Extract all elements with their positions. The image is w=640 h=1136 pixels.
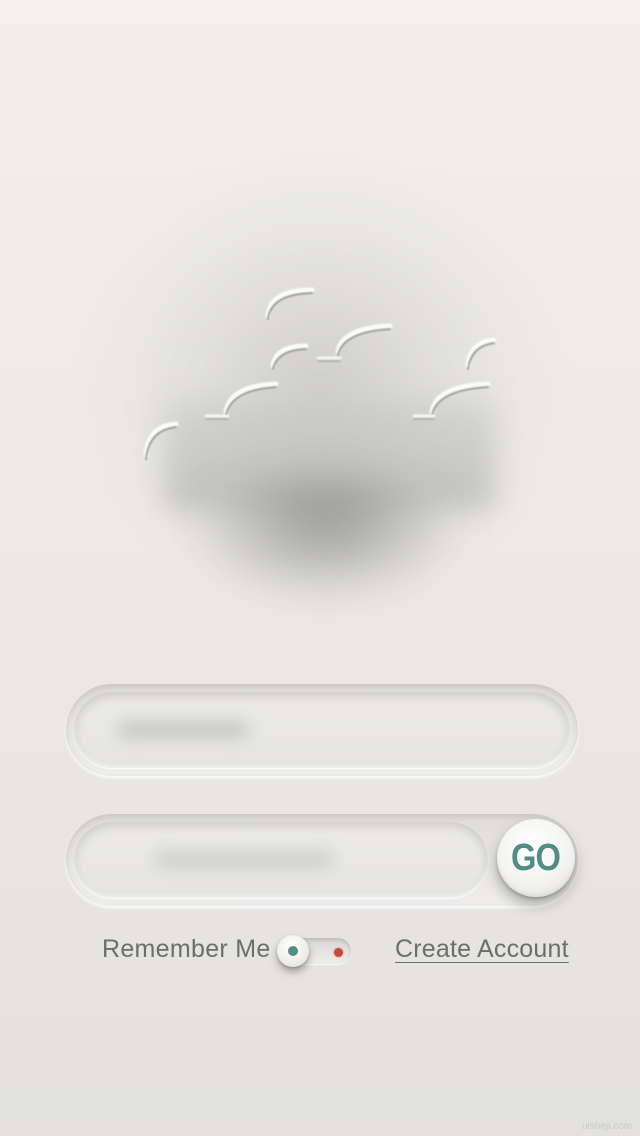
username-field-frame <box>66 684 578 776</box>
toggle-off-indicator <box>334 948 343 957</box>
emblem-arches <box>143 287 497 460</box>
watermark-text: uisheji.com <box>581 1121 632 1132</box>
blurred-logo-emblem <box>0 0 640 640</box>
create-account-link[interactable]: Create Account <box>395 935 569 964</box>
password-field[interactable] <box>74 822 488 900</box>
remember-me-toggle[interactable] <box>277 935 353 967</box>
remember-me-label: Remember Me <box>102 935 271 963</box>
username-field[interactable] <box>74 692 570 770</box>
toggle-knob[interactable] <box>277 935 309 967</box>
password-input[interactable] <box>110 822 456 900</box>
go-button[interactable]: GO <box>497 819 575 897</box>
username-input[interactable] <box>110 692 538 770</box>
go-button-label: GO <box>511 836 561 879</box>
toggle-knob-indicator <box>288 946 298 956</box>
